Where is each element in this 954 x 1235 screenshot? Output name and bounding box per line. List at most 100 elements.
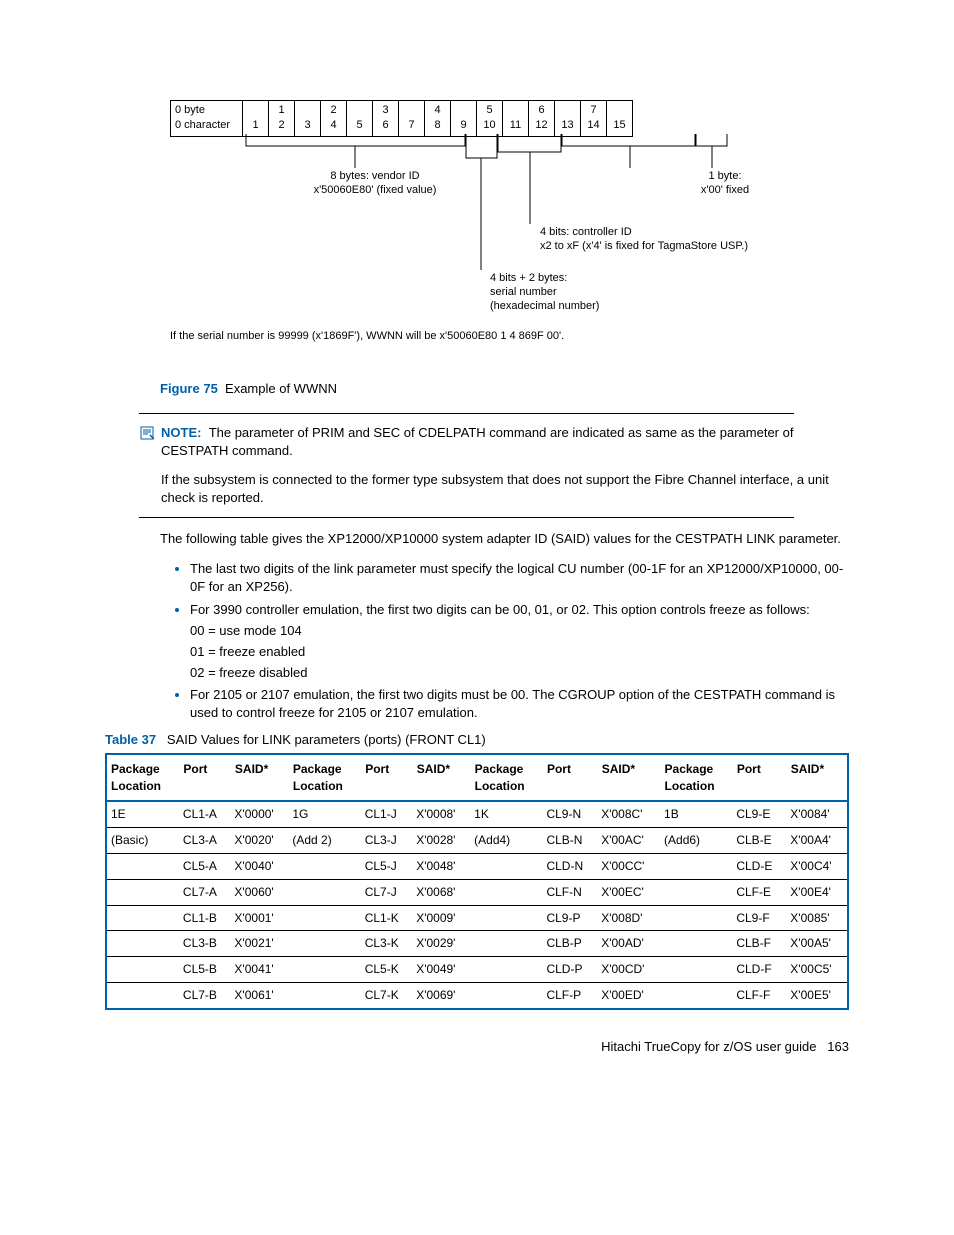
table-cell: X'008C' (597, 801, 660, 827)
table-cell: X'0049' (412, 957, 470, 983)
table-cell: X'00CD' (597, 957, 660, 983)
table-caption-text: SAID Values for LINK parameters (ports) … (167, 732, 486, 747)
table-header: PackageLocation (288, 754, 360, 802)
table-cell: CL3-A (179, 828, 231, 854)
table-cell: 1G (288, 801, 360, 827)
table-cell: CL7-A (179, 879, 231, 905)
table-cell (106, 957, 179, 983)
table-cell: X'00EC' (597, 879, 660, 905)
byte-cell: 714 (581, 101, 607, 137)
table-cell: CLB-N (542, 828, 597, 854)
divider (139, 413, 794, 414)
table-cell: X'0020' (230, 828, 288, 854)
intro-paragraph: The following table gives the XP12000/XP… (160, 530, 849, 548)
bullet-list: The last two digits of the link paramete… (190, 560, 849, 723)
table-cell: CLB-F (732, 931, 786, 957)
table-cell: X'008D' (597, 905, 660, 931)
table-label: Table 37 (105, 732, 156, 747)
table-cell: CLD-P (542, 957, 597, 983)
table-cell (288, 879, 360, 905)
table-cell: (Basic) (106, 828, 179, 854)
table-cell: X'0085' (786, 905, 848, 931)
table-cell (288, 931, 360, 957)
table-row: CL5-BX'0041'CL5-KX'0049'CLD-PX'00CD'CLD-… (106, 957, 848, 983)
figure-text: Example of WWNN (225, 381, 337, 396)
table-cell: X'0069' (412, 982, 470, 1008)
byte-cell: 12 (269, 101, 295, 137)
table-row: 1ECL1-AX'0000'1GCL1-JX'0008'1KCL9-NX'008… (106, 801, 848, 827)
table-cell: (Add 2) (288, 828, 360, 854)
byte-cell: 3 (295, 101, 321, 137)
table-cell: CL1-A (179, 801, 231, 827)
footer-title: Hitachi TrueCopy for z/OS user guide (601, 1039, 816, 1054)
figure-caption: Figure 75 Example of WWNN (160, 380, 849, 398)
table-cell: CL3-K (361, 931, 413, 957)
byte-cell: 9 (451, 101, 477, 137)
table-cell (106, 905, 179, 931)
table-cell (288, 905, 360, 931)
one-byte-label: 1 byte:x'00' fixed (690, 170, 760, 198)
table-cell: X'0060' (230, 879, 288, 905)
note-block: NOTE: The parameter of PRIM and SEC of C… (139, 424, 849, 507)
byte-cell: 0 byte0 character (171, 101, 243, 137)
table-cell: CL9-N (542, 801, 597, 827)
table-cell: 1K (470, 801, 542, 827)
table-cell: CLF-E (732, 879, 786, 905)
table-header: PackageLocation (660, 754, 732, 802)
table-header: Port (179, 754, 231, 802)
table-cell: X'0028' (412, 828, 470, 854)
table-cell: CL5-J (361, 854, 413, 880)
table-cell: X'0008' (412, 801, 470, 827)
table-cell: X'0048' (412, 854, 470, 880)
page-footer: Hitachi TrueCopy for z/OS user guide 163 (105, 1038, 849, 1056)
table-cell (660, 982, 732, 1008)
table-cell: CL3-B (179, 931, 231, 957)
table-cell: CL7-B (179, 982, 231, 1008)
divider (139, 517, 794, 518)
list-item: For 3990 controller emulation, the first… (190, 601, 849, 683)
table-cell: CLF-N (542, 879, 597, 905)
byte-cell: 510 (477, 101, 503, 137)
table-cell: X'0000' (230, 801, 288, 827)
table-cell (470, 957, 542, 983)
table-cell (288, 957, 360, 983)
table-header: SAID* (412, 754, 470, 802)
table-cell: X'00ED' (597, 982, 660, 1008)
table-header: SAID* (786, 754, 848, 802)
table-cell (660, 957, 732, 983)
byte-cell: 612 (529, 101, 555, 137)
byte-cell: 7 (399, 101, 425, 137)
table-cell (660, 879, 732, 905)
table-header: SAID* (230, 754, 288, 802)
table-cell (660, 905, 732, 931)
byte-cell: 36 (373, 101, 399, 137)
note-paragraph-1: NOTE: The parameter of PRIM and SEC of C… (161, 424, 849, 460)
table-header: SAID* (597, 754, 660, 802)
list-item: For 2105 or 2107 emulation, the first tw… (190, 686, 849, 722)
table-cell: CL1-B (179, 905, 231, 931)
table-cell: X'00E5' (786, 982, 848, 1008)
table-header: PackageLocation (470, 754, 542, 802)
table-cell: CL5-K (361, 957, 413, 983)
table-cell: 1B (660, 801, 732, 827)
sub-item: 00 = use mode 104 (190, 622, 849, 640)
table-cell: X'00C5' (786, 957, 848, 983)
table-cell: (Add4) (470, 828, 542, 854)
byte-cell: 48 (425, 101, 451, 137)
table-cell: CLF-P (542, 982, 597, 1008)
note-label: NOTE: (161, 425, 201, 440)
table-cell: CL5-B (179, 957, 231, 983)
table-cell: CL3-J (361, 828, 413, 854)
table-cell (660, 931, 732, 957)
byte-cell: 15 (607, 101, 633, 137)
table-cell (288, 854, 360, 880)
byte-cell: 11 (503, 101, 529, 137)
table-header: Port (361, 754, 413, 802)
list-item: The last two digits of the link paramete… (190, 560, 849, 596)
table-cell: X'0068' (412, 879, 470, 905)
table-row: CL7-BX'0061'CL7-KX'0069'CLF-PX'00ED'CLF-… (106, 982, 848, 1008)
note-paragraph-2: If the subsystem is connected to the for… (161, 471, 849, 507)
controller-id-label: 4 bits: controller IDx2 to xF (x'4' is f… (540, 226, 790, 254)
figure-label: Figure 75 (160, 381, 218, 396)
sub-item: 01 = freeze enabled (190, 643, 849, 661)
